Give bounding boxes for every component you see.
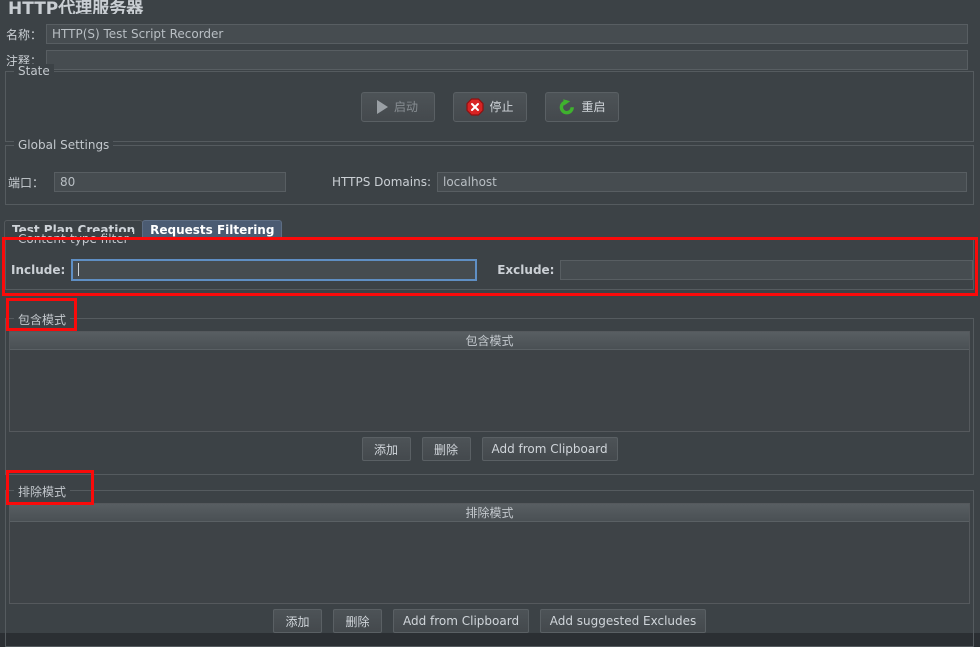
- state-group: State 启动 停止 重启: [5, 64, 974, 142]
- include-patterns-group-title: 包含模式: [14, 311, 71, 328]
- include-patterns-table-body[interactable]: [10, 350, 969, 431]
- name-label: 名称：: [6, 27, 43, 42]
- window-title: HTTP代理服务器: [8, 0, 144, 14]
- include-patterns-column-header[interactable]: 包含模式: [10, 332, 969, 350]
- https-domains-input[interactable]: localhost: [437, 172, 967, 192]
- play-icon: [376, 99, 388, 114]
- stop-octagon-icon: [465, 97, 484, 116]
- restart-button[interactable]: 重启: [544, 91, 619, 122]
- exclude-patterns-group-title: 排除模式: [14, 483, 71, 500]
- port-input[interactable]: 80: [54, 172, 286, 192]
- name-row: 名称： HTTP(S) Test Script Recorder: [0, 22, 976, 46]
- comment-row: 注释：: [0, 48, 976, 72]
- name-input[interactable]: HTTP(S) Test Script Recorder: [46, 24, 968, 44]
- restart-button-label: 重启: [581, 100, 606, 114]
- https-domains-label: HTTPS Domains:: [332, 175, 431, 189]
- include-add-from-clipboard-button[interactable]: Add from Clipboard: [481, 437, 618, 461]
- comment-input[interactable]: [46, 50, 968, 70]
- content-type-filter-group: Content-type filter Include: Exclude:: [5, 232, 974, 290]
- global-settings-group-title: Global Settings: [14, 138, 114, 152]
- include-patterns-group: 包含模式 包含模式 添加 删除 Add from Clipboard: [5, 311, 974, 475]
- port-label: 端口：: [8, 175, 45, 190]
- exclude-delete-button[interactable]: 删除: [333, 609, 382, 633]
- exclude-input[interactable]: [560, 260, 973, 280]
- stop-button[interactable]: 停止: [452, 91, 527, 122]
- include-label: Include:: [11, 263, 66, 277]
- exclude-patterns-group: 排除模式 排除模式 添加 删除 Add from Clipboard Add s…: [5, 483, 974, 647]
- exclude-add-suggested-excludes-button[interactable]: Add suggested Excludes: [540, 609, 706, 633]
- tab-requests-filtering[interactable]: Requests Filtering: [142, 220, 283, 239]
- exclude-add-from-clipboard-button[interactable]: Add from Clipboard: [393, 609, 529, 633]
- exclude-patterns-table-body[interactable]: [10, 522, 969, 603]
- include-patterns-table[interactable]: 包含模式: [9, 331, 970, 432]
- exclude-patterns-table[interactable]: 排除模式: [9, 503, 970, 604]
- text-caret: [78, 263, 80, 276]
- window-titlebar: HTTP代理服务器: [0, 0, 980, 14]
- include-input[interactable]: [71, 259, 478, 281]
- start-button-label: 启动: [393, 100, 418, 114]
- include-add-button[interactable]: 添加: [361, 437, 411, 461]
- include-delete-button[interactable]: 删除: [421, 437, 471, 461]
- start-button[interactable]: 启动: [360, 91, 435, 122]
- global-settings-group: Global Settings 端口： 80 HTTPS Domains: lo…: [5, 138, 974, 205]
- stop-button-label: 停止: [489, 100, 514, 114]
- exclude-add-button[interactable]: 添加: [273, 609, 322, 633]
- restart-arrow-icon: [558, 98, 576, 116]
- http-proxy-recorder-panel: 名称： HTTP(S) Test Script Recorder 注释： Sta…: [0, 14, 980, 647]
- exclude-patterns-column-header[interactable]: 排除模式: [10, 504, 969, 522]
- content-type-filter-group-title: Content-type filter: [14, 232, 133, 246]
- exclude-label: Exclude:: [497, 263, 555, 277]
